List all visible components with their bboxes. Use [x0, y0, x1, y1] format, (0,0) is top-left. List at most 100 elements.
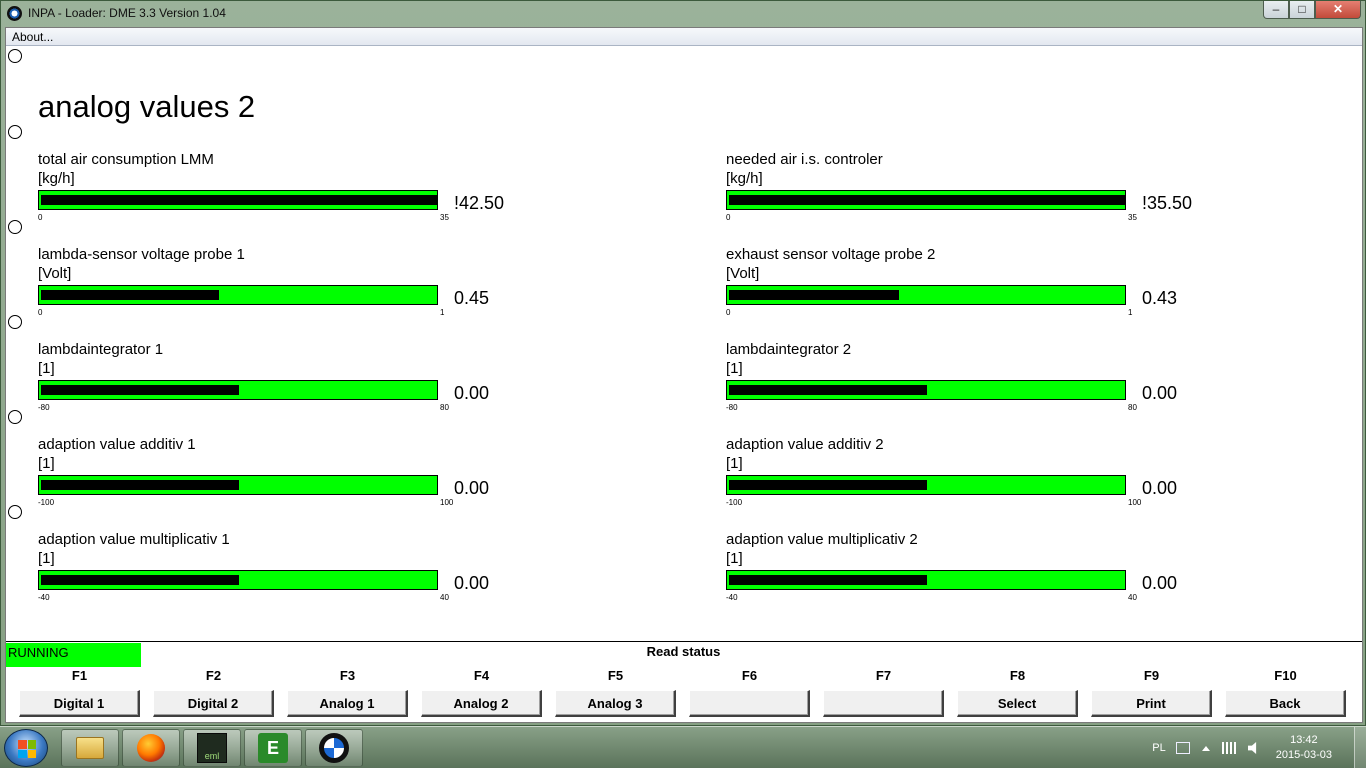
- gauge-unit: [Volt]: [726, 265, 760, 282]
- gauge-max-label: 80: [1128, 403, 1137, 412]
- gauge-bar: [38, 475, 438, 495]
- gauge-unit: [1]: [726, 360, 743, 377]
- gauge-fill: [729, 480, 927, 490]
- fkey-label-f9: F9: [1143, 668, 1160, 683]
- gauge-label: adaption value multiplicativ 1: [38, 531, 230, 548]
- gauge-max-label: 1: [440, 308, 445, 317]
- gauge-fill: [41, 385, 239, 395]
- page-title: analog values 2: [38, 89, 256, 124]
- gauge-unit: [1]: [38, 360, 55, 377]
- taskbar-explorer[interactable]: [61, 729, 119, 767]
- clock[interactable]: 13:42 2015-03-03: [1276, 733, 1332, 763]
- fkey-button-f8[interactable]: Select: [957, 690, 1078, 717]
- row-marker-circle: [8, 220, 22, 234]
- inpa-window: INPA - Loader: DME 3.3 Version 1.04 – □ …: [0, 0, 1366, 726]
- speaker-icon[interactable]: [1247, 742, 1257, 754]
- fkey-button-f10[interactable]: Back: [1225, 690, 1346, 717]
- gauge: total air consumption LMM [kg/h] !42.50 0 35: [38, 151, 558, 231]
- gauge-value: 0.00: [1142, 383, 1178, 403]
- taskbar-e-app[interactable]: E: [244, 729, 302, 767]
- fkey-button-f6[interactable]: [689, 690, 810, 717]
- gauge: lambda-sensor voltage probe 1 [Volt] 0.45 0…: [38, 246, 558, 326]
- gauge-label: lambdaintegrator 1: [38, 341, 164, 358]
- menu-about[interactable]: About...: [12, 30, 53, 44]
- fkey-label-f1: F1: [71, 668, 88, 683]
- status-area: RUNNING Read status F1 Digital 1 F2 Digital…: [6, 641, 1362, 722]
- gauge-fill: [41, 290, 219, 300]
- fkey-button-f5[interactable]: Analog 3: [555, 690, 676, 717]
- firefox-icon: [137, 734, 165, 762]
- windows-logo-icon: [18, 740, 36, 758]
- show-desktop-button[interactable]: [1354, 727, 1366, 768]
- fkey-label-f7: F7: [875, 668, 892, 683]
- gauge-label: lambdaintegrator 2: [726, 341, 852, 358]
- gauge-max-label: 1: [1128, 308, 1133, 317]
- gauge-label: exhaust sensor voltage probe 2: [726, 246, 936, 263]
- gauge-label: lambda-sensor voltage probe 1: [38, 246, 245, 263]
- gauge: needed air i.s. controler [kg/h] !35.50 0 35: [726, 151, 1246, 231]
- gauge-min-label: -100: [38, 498, 55, 507]
- fkey-button-f4[interactable]: Analog 2: [421, 690, 542, 717]
- fkey-button-f7[interactable]: [823, 690, 944, 717]
- close-button[interactable]: ✕: [1315, 1, 1361, 19]
- row-marker-circle: [8, 125, 22, 139]
- gauge-min-label: -80: [726, 403, 738, 412]
- gauge-unit: [Volt]: [38, 265, 72, 282]
- read-status-text: Read status: [646, 644, 721, 659]
- start-button[interactable]: [4, 729, 48, 767]
- fkey-label-f5: F5: [607, 668, 624, 683]
- gauge-label: adaption value additiv 1: [38, 436, 196, 453]
- gauge-min-label: -40: [38, 593, 50, 602]
- menu-bar: About...: [6, 28, 1362, 46]
- gauge-bar: [38, 285, 438, 305]
- keyboard-icon[interactable]: [1175, 742, 1190, 754]
- taskbar-firefox[interactable]: [122, 729, 180, 767]
- gauge-fill: [729, 290, 899, 300]
- fkey-button-f1[interactable]: Digital 1: [19, 690, 140, 717]
- gauge-fill: [41, 480, 239, 490]
- clock-date: 2015-03-03: [1275, 749, 1332, 761]
- language-indicator[interactable]: PL: [1152, 742, 1165, 754]
- gauge-unit: [1]: [38, 550, 55, 567]
- fkey-label-f6: F6: [741, 668, 758, 683]
- gauge-value: 0.00: [454, 383, 490, 403]
- fkey-button-f3[interactable]: Analog 1: [287, 690, 408, 717]
- gauge-min-label: 0: [38, 308, 43, 317]
- maximize-button[interactable]: □: [1289, 1, 1315, 19]
- fkey-button-f2[interactable]: Digital 2: [153, 690, 274, 717]
- running-status-badge: RUNNING: [6, 643, 141, 667]
- gauge: adaption value additiv 2 [1] 0.00 -100 100: [726, 436, 1246, 516]
- minimize-button[interactable]: –: [1263, 1, 1289, 19]
- title-bar[interactable]: INPA - Loader: DME 3.3 Version 1.04 – □ …: [1, 1, 1365, 25]
- folder-icon: [76, 737, 104, 759]
- gauge-unit: [1]: [726, 455, 743, 472]
- row-marker-circle: [8, 315, 22, 329]
- network-signal-icon[interactable]: [1221, 742, 1236, 754]
- gauge-unit: [1]: [726, 550, 743, 567]
- fkey-button-f9[interactable]: Print: [1091, 690, 1212, 717]
- taskbar-eml[interactable]: eml: [183, 729, 241, 767]
- gauge-fill: [729, 575, 927, 585]
- gauge-max-label: 40: [1128, 593, 1137, 602]
- gauge-bar: [38, 190, 438, 210]
- gauge-bar: [38, 570, 438, 590]
- gauge-value: !42.50: [454, 193, 505, 213]
- fkey-label-f2: F2: [205, 668, 222, 683]
- gauge-fill: [41, 575, 239, 585]
- gauge-unit: [kg/h]: [38, 170, 75, 187]
- gauge-bar: [726, 475, 1126, 495]
- bmw-title-icon: [7, 5, 22, 21]
- gauge: lambdaintegrator 2 [1] 0.00 -80 80: [726, 341, 1246, 421]
- gauge-max-label: 35: [1128, 213, 1137, 222]
- fkey-label-f4: F4: [473, 668, 490, 683]
- gauge-bar: [726, 285, 1126, 305]
- row-marker-circle: [8, 505, 22, 519]
- show-hidden-icons-icon[interactable]: [1201, 745, 1210, 751]
- eml-icon: eml: [197, 733, 227, 763]
- taskbar: eml E PL 13:42 2015-03-03: [0, 726, 1366, 768]
- gauge-value: 0.00: [454, 573, 490, 593]
- gauge-min-label: -40: [726, 593, 738, 602]
- window-controls: – □ ✕: [1263, 1, 1361, 19]
- taskbar-inpa[interactable]: [305, 729, 363, 767]
- analog-values-panel: analog values 2 total air consumption LM…: [6, 47, 1362, 641]
